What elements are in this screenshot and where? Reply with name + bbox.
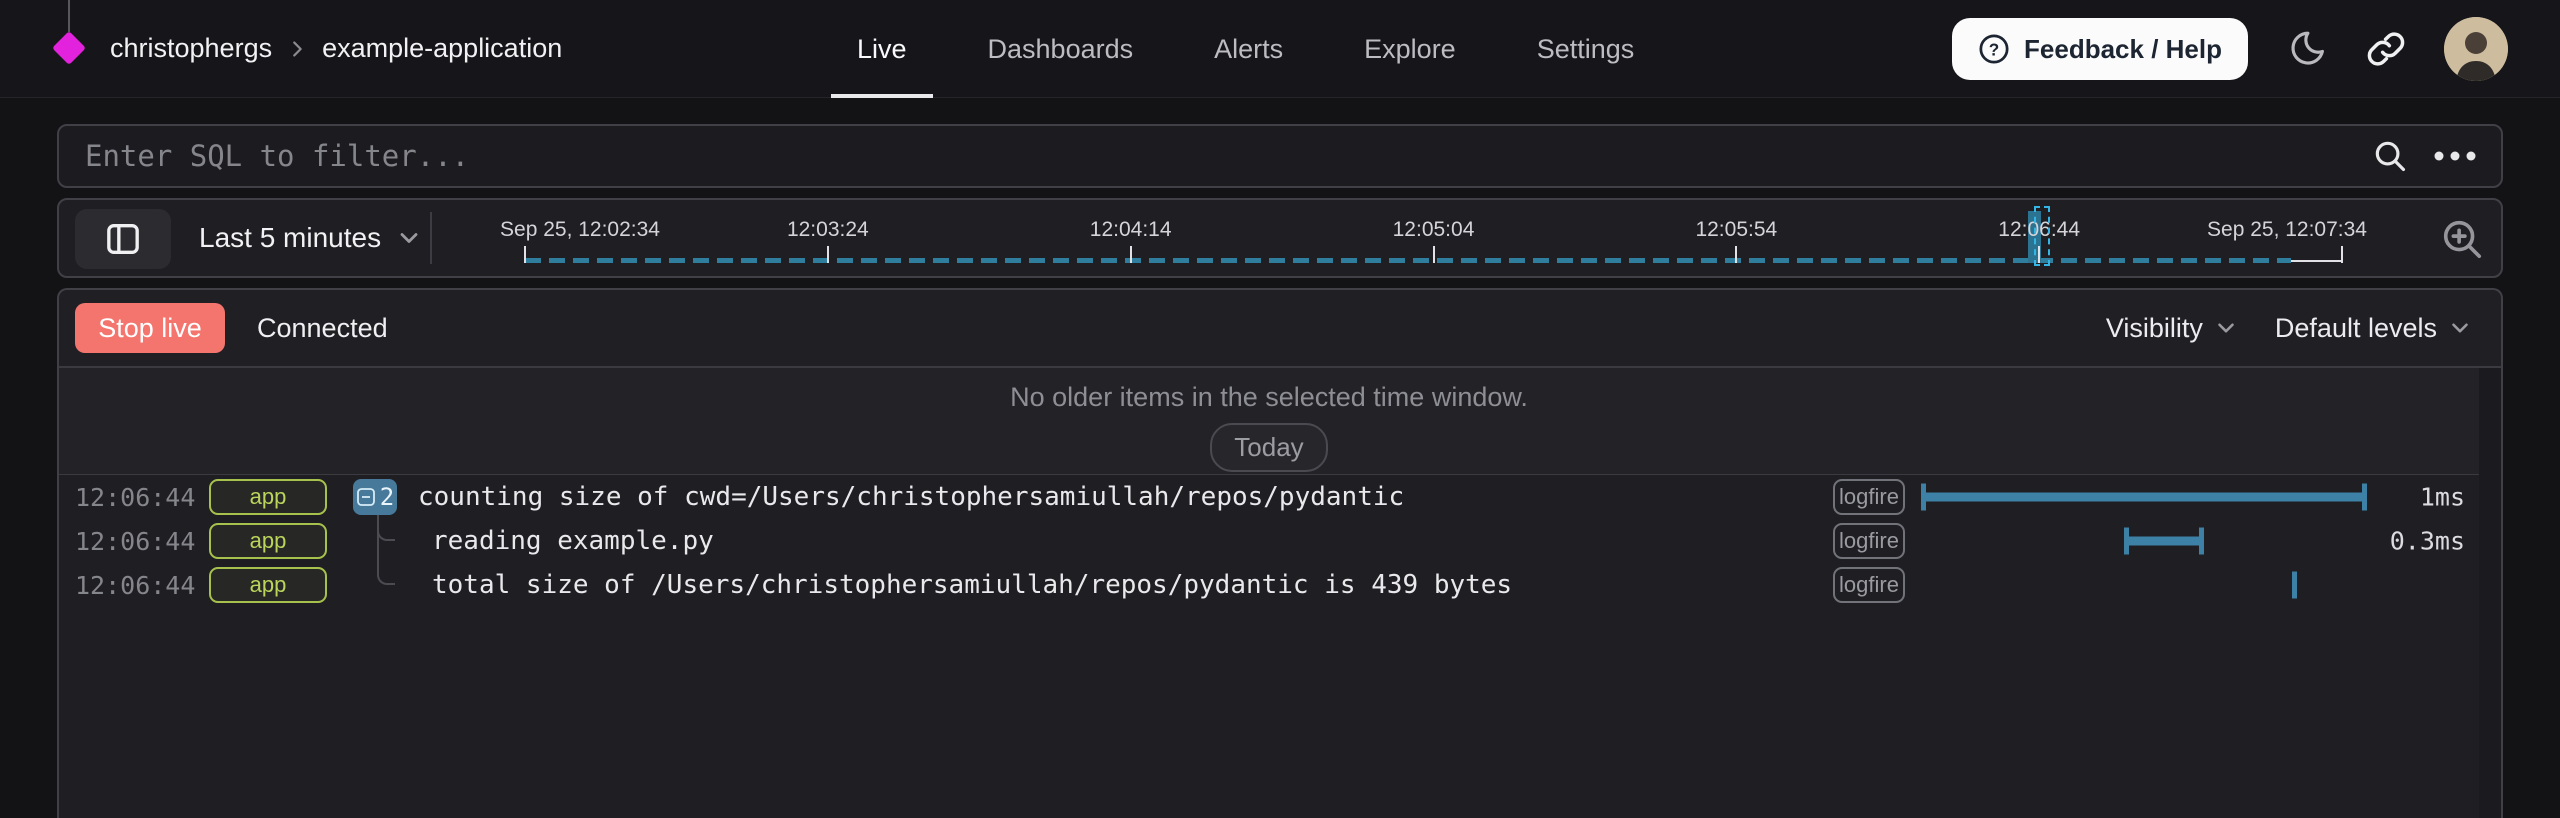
timeline-tick-mark [2341,246,2343,263]
timeline-tick-label: 12:03:24 [787,218,869,242]
log-time: 12:06:44 [75,527,187,556]
default-levels-label: Default levels [2275,313,2437,344]
visibility-dropdown[interactable]: Visibility [2106,313,2239,344]
feed-options: Visibility Default levels [2106,313,2473,344]
question-circle-icon: ? [1978,33,2010,65]
time-range-bar: Last 5 minutes Sep 25, 12:02:34 12:03:24 1… [57,198,2503,278]
tab-explore[interactable]: Explore [1364,0,1456,98]
feed-header: No older items in the selected time wind… [59,368,2479,475]
scope-badge[interactable]: logfire [1833,523,1905,559]
span-duration-bar[interactable] [1921,493,2367,502]
collapse-toggle[interactable]: 2 [353,479,397,515]
sql-filter-bar [57,124,2503,188]
moon-icon [2286,28,2328,70]
copy-link-button[interactable] [2366,29,2406,69]
sidebar-toggle-icon [103,219,143,259]
timeline-tick-label: 12:05:04 [1393,218,1475,242]
divider [430,212,432,264]
timeline[interactable]: Sep 25, 12:02:3412:03:2412:04:1412:05:04… [525,200,2342,276]
breadcrumb-separator-icon [286,38,308,60]
log-message: total size of /Users/christophersamiulla… [432,570,1512,600]
tab-alerts[interactable]: Alerts [1214,0,1283,98]
span-track [1921,563,2479,607]
feedback-help-label: Feedback / Help [2024,34,2222,65]
tab-live[interactable]: Live [857,0,907,98]
live-controls-bar: Stop live Connected Visibility Default l… [59,290,2501,368]
search-button[interactable] [2371,137,2409,175]
chevron-down-icon [2213,315,2239,341]
top-navbar: christophergs example-application Live D… [0,0,2560,98]
timeline-tick-label: 12:04:14 [1090,218,1172,242]
visibility-label: Visibility [2106,313,2203,344]
chevron-down-icon [395,224,423,252]
span-duration-bar[interactable] [2292,572,2297,599]
timeline-tick-mark [1433,246,1435,263]
timeline-selection-box [2034,206,2050,266]
scope-badge[interactable]: logfire [1833,567,1905,603]
timeline-tick-mark [1735,246,1737,263]
feedback-help-button[interactable]: ? Feedback / Help [1952,18,2248,80]
timeline-tick-mark [827,246,829,263]
tab-settings[interactable]: Settings [1537,0,1635,98]
timeline-end-connector [2291,260,2342,262]
main-tabs: Live Dashboards Alerts Explore Settings [831,0,1634,98]
breadcrumb-org[interactable]: christophergs [110,33,272,64]
breadcrumb-project[interactable]: example-application [322,33,562,64]
sql-filter-input[interactable] [59,126,2371,186]
log-row[interactable]: 12:06:44 app total size of /Users/christ… [59,563,2479,607]
timeline-zoom-button[interactable] [2435,212,2489,266]
ellipsis-icon [2433,150,2477,162]
zoom-in-icon [2439,216,2485,262]
logfire-diamond-icon [52,31,86,65]
today-button[interactable]: Today [1210,423,1327,472]
chevron-down-icon [2447,315,2473,341]
service-badge[interactable]: app [209,479,327,515]
child-marker [393,576,411,594]
timeline-tick-label: Sep 25, 12:02:34 [500,218,660,242]
time-range-select[interactable]: Last 5 minutes [199,200,423,276]
duration-label: 1ms [2420,483,2465,512]
timeline-tick-label: Sep 25, 12:07:34 [2207,218,2367,242]
link-icon [2366,29,2406,69]
user-avatar[interactable] [2444,17,2508,81]
timeline-activity-line [525,258,2291,263]
service-badge[interactable]: app [209,523,327,559]
child-marker [393,532,411,550]
empty-window-notice: No older items in the selected time wind… [59,368,2479,413]
logfire-logo[interactable] [56,0,82,98]
span-track [1921,475,2479,519]
connection-status: Connected [257,313,388,344]
navbar-actions: ? Feedback / Help [1952,0,2508,98]
tab-dashboards[interactable]: Dashboards [988,0,1134,98]
search-icon [2371,137,2409,175]
theme-toggle-button[interactable] [2286,28,2328,70]
log-message: counting size of cwd=/Users/christophers… [418,482,1404,512]
filter-more-button[interactable] [2433,150,2477,162]
scope-badge[interactable]: logfire [1833,479,1905,515]
timeline-tick-mark [1130,246,1132,263]
stop-live-button[interactable]: Stop live [75,303,225,353]
log-message: reading example.py [432,526,714,556]
feed-rows: 12:06:44 app 2 counting size of cwd=/Use… [59,475,2479,818]
scrollbar-gutter[interactable] [2479,368,2501,818]
log-time: 12:06:44 [75,571,187,600]
collapse-count: 2 [380,483,394,511]
log-row[interactable]: 12:06:44 app reading example.py logfire … [59,519,2479,563]
log-time: 12:06:44 [75,483,187,512]
breadcrumb: christophergs example-application [110,33,562,64]
svg-text:?: ? [1989,39,1999,59]
timeline-tick-mark [524,246,526,263]
service-badge[interactable]: app [209,567,327,603]
default-levels-dropdown[interactable]: Default levels [2275,313,2473,344]
timeline-tick-label: 12:05:54 [1695,218,1777,242]
log-row[interactable]: 12:06:44 app 2 counting size of cwd=/Use… [59,475,2479,519]
sidebar-toggle-button[interactable] [75,209,171,269]
span-duration-bar[interactable] [2124,537,2204,546]
logo-stem [68,0,70,32]
duration-label: 0.3ms [2390,527,2465,556]
log-feed: No older items in the selected time wind… [59,368,2501,818]
minus-square-icon [356,487,376,507]
live-feed-panel: Stop live Connected Visibility Default l… [57,288,2503,818]
time-range-label: Last 5 minutes [199,222,381,254]
